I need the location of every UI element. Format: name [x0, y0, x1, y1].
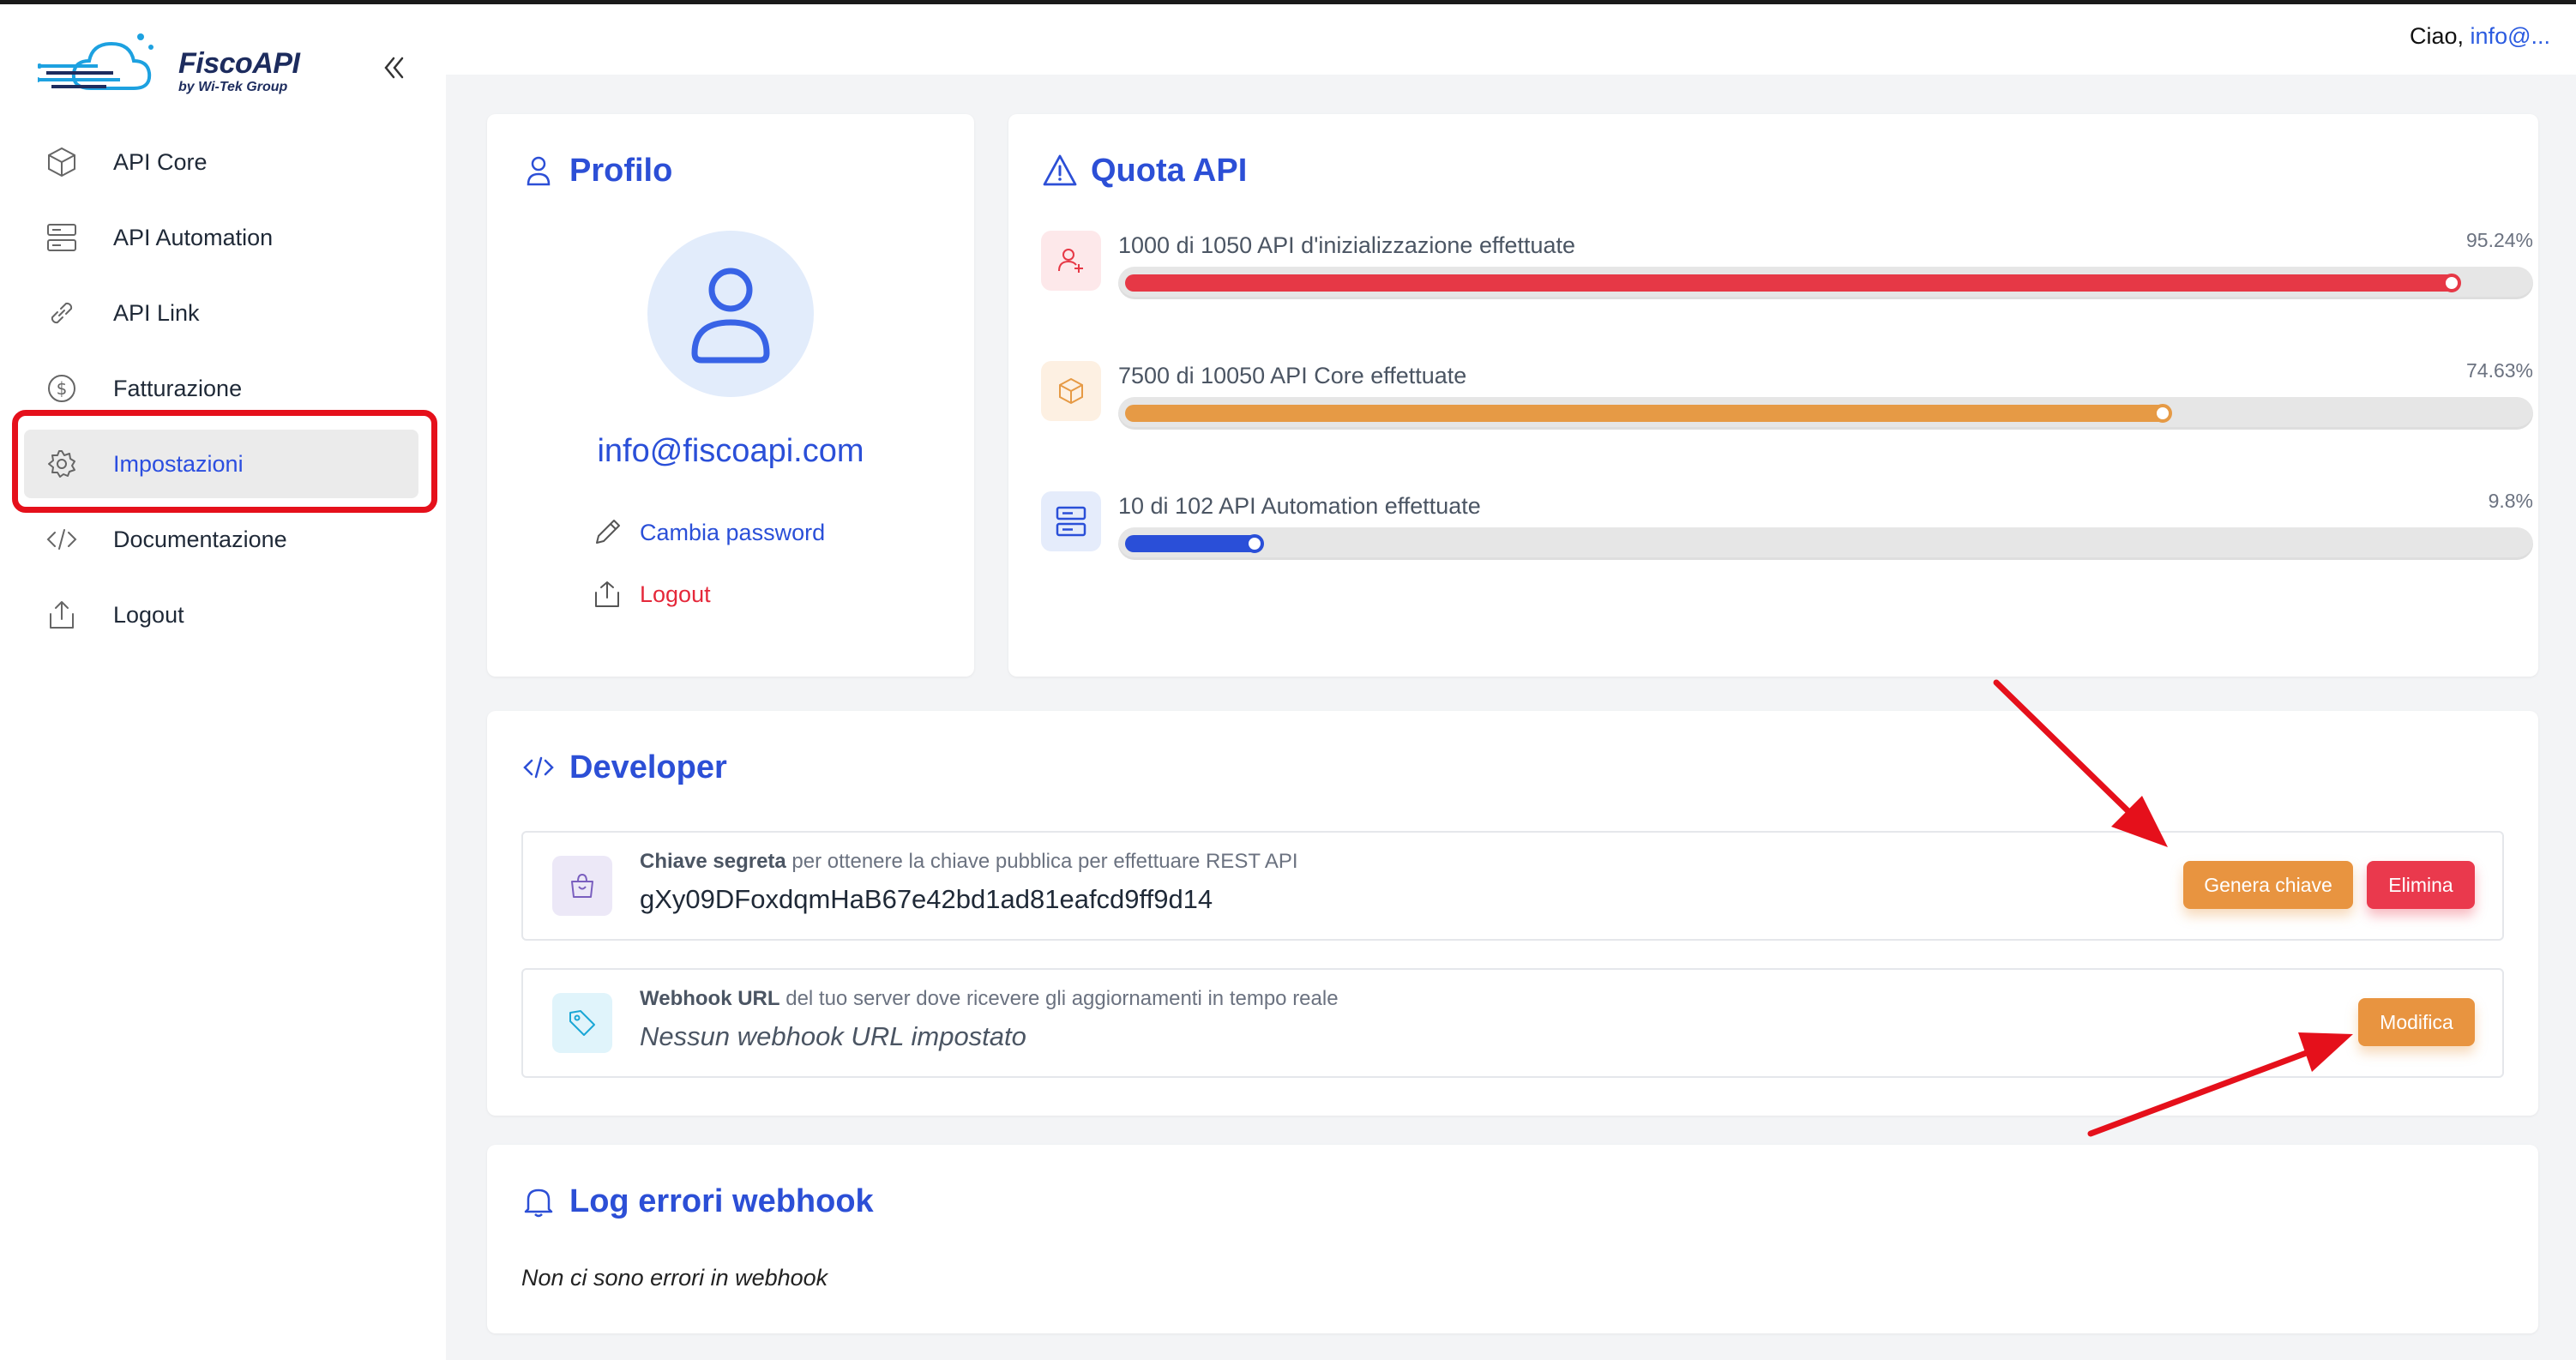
sidebar-item-label: Documentazione: [113, 526, 287, 552]
webhook-label-rest: del tuo server dove ricevere gli aggiorn…: [779, 987, 1339, 1010]
edit-webhook-button[interactable]: Modifica: [2358, 998, 2475, 1046]
secret-key-row: Chiave segreta per ottenere la chiave pu…: [521, 831, 2504, 941]
secret-key-value[interactable]: gXy09DFoxdqmHaB67e42bd1ad81eafcd9ff9d14: [640, 884, 1213, 915]
quota-progress-fill: [1125, 274, 2462, 292]
server-icon: [1041, 491, 1101, 551]
sidebar-item-api-link[interactable]: API Link: [24, 279, 418, 347]
quota-progress-bar: [1118, 397, 2533, 430]
webhook-row: Webhook URL del tuo server dove ricevere…: [521, 968, 2504, 1078]
generate-key-button[interactable]: Genera chiave: [2183, 861, 2353, 909]
log-title: Log errori webhook: [520, 1182, 874, 1220]
upload-icon: [590, 577, 624, 611]
cloud-logo-icon: [38, 33, 153, 90]
secret-key-label-bold: Chiave segreta: [640, 850, 786, 873]
main-content: Ciao, info@... Profilo info@fiscoapi.com…: [446, 4, 2576, 1360]
server-icon: [43, 219, 81, 256]
collapse-sidebar-button[interactable]: [376, 49, 413, 87]
annotation-highlight-box: [12, 410, 437, 513]
cube-icon: [43, 143, 81, 181]
quota-label: 10 di 102 API Automation effettuate: [1118, 493, 1481, 519]
quota-row-init: 1000 di 1050 API d'inizializzazione effe…: [1041, 226, 2533, 320]
link-icon: [43, 294, 81, 332]
upload-icon: [43, 596, 81, 634]
quota-progress-fill: [1125, 534, 1265, 553]
brand-name: FiscoAPI: [178, 47, 300, 80]
user-plus-icon: [1041, 231, 1101, 291]
sidebar-item-logout[interactable]: Logout: [24, 581, 418, 649]
sidebar-item-label: API Automation: [113, 224, 274, 250]
top-bar: Ciao, info@...: [446, 4, 2576, 75]
greeting-text: Ciao,: [2410, 23, 2465, 49]
quota-card: Quota API 1000 di 1050 API d'inizializza…: [1008, 114, 2538, 677]
window-top-border: [0, 0, 2576, 4]
log-title-text: Log errori webhook: [569, 1182, 874, 1219]
pencil-icon: [590, 515, 624, 550]
developer-card: Developer Chiave segreta per ottenere la…: [487, 711, 2538, 1116]
webhook-label-bold: Webhook URL: [640, 987, 780, 1010]
sidebar-item-label: API Link: [113, 299, 200, 326]
code-icon: [43, 521, 81, 558]
secret-key-label: Chiave segreta per ottenere la chiave pu…: [640, 850, 1298, 874]
profile-email: info@fiscoapi.com: [597, 433, 864, 469]
quota-percent: 95.24%: [2465, 229, 2533, 251]
sidebar-item-label: API Core: [113, 148, 208, 175]
progress-knob: [2153, 404, 2173, 423]
sidebar-item-api-core[interactable]: API Core: [24, 128, 418, 196]
progress-knob: [1245, 534, 1265, 553]
warning-icon: [1041, 152, 1079, 190]
svg-text:$: $: [57, 378, 68, 399]
avatar-user-icon: [691, 268, 770, 364]
delete-key-button[interactable]: Elimina: [2367, 861, 2475, 909]
webhook-log-card: Log errori webhook Non ci sono errori in…: [487, 1145, 2538, 1333]
bag-icon: [552, 856, 612, 916]
quota-progress-bar: [1118, 527, 2533, 560]
quota-percent: 74.63%: [2465, 359, 2533, 382]
quota-title: Quota API: [1041, 152, 1247, 190]
sidebar-item-api-automation[interactable]: API Automation: [24, 203, 418, 272]
change-password-label: Cambia password: [640, 519, 826, 545]
sidebar-item-documentazione[interactable]: Documentazione: [24, 505, 418, 574]
code-icon: [520, 749, 557, 786]
developer-title: Developer: [520, 749, 727, 786]
secret-key-label-rest: per ottenere la chiave pubblica per effe…: [785, 850, 1298, 873]
profile-card: Profilo info@fiscoapi.com Cambia passwor…: [487, 114, 974, 677]
progress-knob: [2442, 274, 2462, 292]
log-empty-text: Non ci sono errori in webhook: [521, 1265, 828, 1291]
double-chevron-left-icon: [384, 57, 404, 79]
sidebar-item-label: Logout: [113, 601, 184, 628]
profile-title: Profilo: [520, 152, 672, 190]
developer-title-text: Developer: [569, 749, 727, 785]
quota-row-automation: 10 di 102 API Automation effettuate 9.8%: [1041, 486, 2533, 581]
profile-title-text: Profilo: [569, 152, 673, 189]
brand-subtitle: by Wi-Tek Group: [178, 80, 288, 94]
cube-icon: [1041, 361, 1101, 421]
quota-title-text: Quota API: [1091, 152, 1248, 189]
webhook-url-value: Nessun webhook URL impostato: [640, 1021, 1026, 1051]
quota-row-core: 7500 di 10050 API Core effettuate 74.63%: [1041, 356, 2533, 450]
quota-label: 1000 di 1050 API d'inizializzazione effe…: [1118, 232, 1576, 258]
quota-percent: 9.8%: [2488, 490, 2533, 512]
sidebar-item-label: Fatturazione: [113, 375, 243, 401]
sidebar: FiscoAPI by Wi-Tek Group API Core API Au…: [0, 4, 446, 1360]
quota-progress-fill: [1125, 404, 2173, 423]
change-password-link[interactable]: Cambia password: [590, 515, 825, 550]
avatar: [647, 231, 814, 397]
profile-logout-label: Logout: [640, 581, 711, 607]
dollar-icon: $: [43, 370, 81, 407]
user-icon: [520, 152, 557, 190]
profile-logout-link[interactable]: Logout: [590, 577, 711, 611]
brand-logo[interactable]: FiscoAPI by Wi-Tek Group: [38, 28, 329, 105]
bell-icon: [520, 1182, 557, 1220]
webhook-label: Webhook URL del tuo server dove ricevere…: [640, 987, 1339, 1011]
quota-label: 7500 di 10050 API Core effettuate: [1118, 363, 1467, 388]
user-greeting: Ciao, info@...: [2410, 23, 2550, 50]
quota-progress-bar: [1118, 267, 2533, 299]
user-menu-link[interactable]: info@...: [2471, 23, 2550, 49]
tag-icon: [552, 993, 612, 1053]
